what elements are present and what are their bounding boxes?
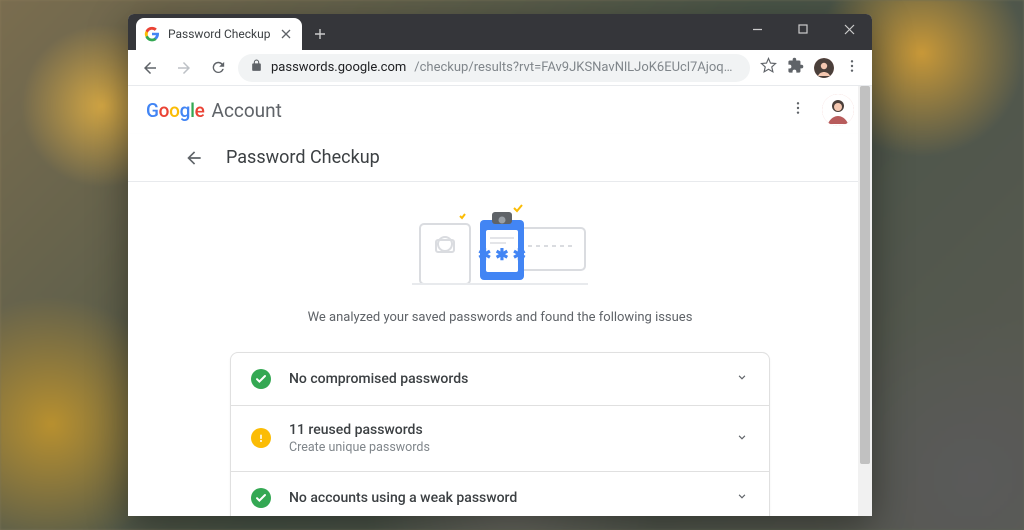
browser-menu-icon[interactable] [844, 58, 860, 78]
result-compromised[interactable]: No compromised passwords [231, 353, 769, 405]
page-title: Password Checkup [226, 147, 380, 168]
toolbar-right-icons [756, 57, 864, 78]
window-minimize-button[interactable] [734, 14, 780, 44]
page-content: Google Account Password Checkup [128, 86, 872, 516]
account-label: Account [212, 99, 282, 122]
result-reused[interactable]: 11 reused passwords Create unique passwo… [231, 405, 769, 471]
browser-tab-active[interactable]: Password Checkup [136, 18, 302, 50]
url-path: /checkup/results?rvt=FAv9JKSNavNlLJoK6EU… [414, 60, 738, 75]
nav-back-button[interactable] [136, 54, 164, 82]
window-controls [734, 14, 872, 44]
checkmark-icon [251, 369, 271, 389]
scrollbar[interactable] [858, 86, 872, 516]
google-account-header: Google Account [128, 86, 872, 134]
result-title: No accounts using a weak password [289, 490, 717, 506]
window-maximize-button[interactable] [780, 14, 826, 44]
browser-titlebar: Password Checkup [128, 14, 872, 50]
bookmark-star-icon[interactable] [760, 57, 777, 78]
svg-text:✱ ✱ ✱: ✱ ✱ ✱ [478, 245, 526, 264]
result-title: No compromised passwords [289, 371, 717, 387]
url-domain: passwords.google.com [271, 60, 406, 75]
window-close-button[interactable] [826, 14, 872, 44]
result-subtitle: Create unique passwords [289, 440, 717, 455]
page-body: ✱ ✱ ✱ We analyzed your saved passwords a… [128, 182, 872, 516]
address-bar[interactable]: passwords.google.com/checkup/results?rvt… [238, 54, 750, 82]
page-header: Password Checkup [128, 134, 872, 182]
checkmark-icon [251, 488, 271, 508]
tab-favicon-icon [144, 26, 160, 42]
checkup-illustration: ✱ ✱ ✱ [128, 198, 872, 308]
chevron-down-icon [735, 429, 749, 448]
browser-window: Password Checkup passwords.google.com/ch… [128, 14, 872, 516]
extensions-icon[interactable] [787, 57, 804, 78]
lock-icon [250, 59, 263, 76]
result-weak[interactable]: No accounts using a weak password [231, 471, 769, 517]
nav-reload-button[interactable] [204, 54, 232, 82]
warning-icon [251, 428, 271, 448]
account-avatar[interactable] [822, 94, 854, 126]
results-list: No compromised passwords 11 reused passw… [230, 352, 770, 517]
tab-close-icon[interactable] [278, 26, 294, 42]
google-account-logo[interactable]: Google Account [146, 99, 282, 122]
summary-text: We analyzed your saved passwords and fou… [128, 308, 872, 352]
profile-avatar-icon[interactable] [814, 58, 834, 78]
new-tab-button[interactable] [306, 20, 334, 48]
chevron-down-icon [735, 369, 749, 388]
chevron-down-icon [735, 488, 749, 507]
google-logo-text: Google [146, 99, 205, 122]
scrollbar-thumb[interactable] [860, 86, 870, 464]
header-menu-icon[interactable] [790, 100, 806, 120]
back-button[interactable] [182, 146, 206, 170]
browser-toolbar: passwords.google.com/checkup/results?rvt… [128, 50, 872, 86]
tab-title: Password Checkup [168, 27, 270, 41]
nav-forward-button[interactable] [170, 54, 198, 82]
result-title: 11 reused passwords [289, 422, 717, 438]
